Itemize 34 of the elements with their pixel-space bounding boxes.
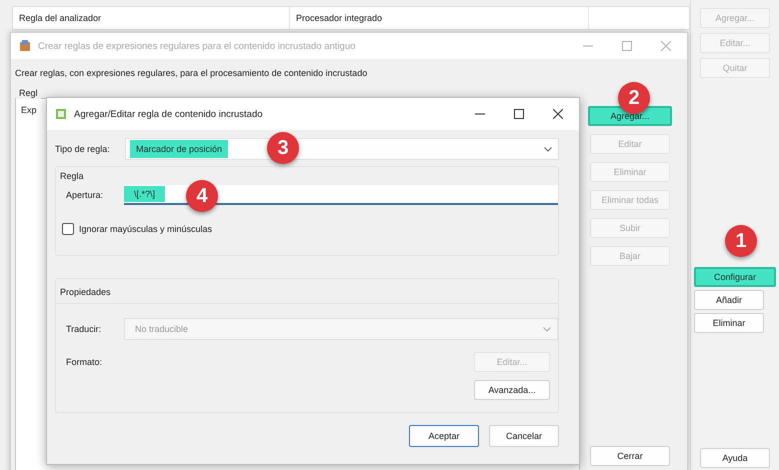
close-icon	[553, 109, 563, 119]
chevron-down-icon	[544, 146, 552, 152]
maximize-icon	[514, 109, 524, 119]
button[interactable]: Aceptar	[409, 425, 479, 447]
chevron-down-icon	[543, 326, 551, 332]
column-header[interactable]: Regla del analizador	[13, 7, 290, 29]
button[interactable]: Añadir	[694, 290, 764, 310]
field-label: Traducir:	[66, 324, 102, 334]
field-label: Tipo de regla:	[55, 144, 111, 154]
window-title: Crear reglas de expresiones regulares para el contenido incrustado antiguo	[38, 40, 356, 52]
close-button[interactable]: Cerrar	[590, 446, 670, 466]
tab[interactable]: Regl	[16, 87, 41, 99]
button[interactable]: Configurar	[694, 267, 776, 287]
description-text: Crear reglas, con expresiones regulares, para el procesamiento de contenido incrustado	[14, 67, 368, 80]
app-icon	[55, 108, 67, 120]
field-label: Formato:	[66, 357, 104, 367]
app-icon	[19, 40, 31, 52]
close-icon	[661, 41, 671, 51]
field-label: Apertura:	[66, 190, 104, 200]
button[interactable]: Cancelar	[489, 425, 559, 447]
checkbox[interactable]	[62, 223, 74, 235]
button[interactable]: Eliminar	[694, 313, 764, 333]
window-title: Agregar/Editar regla de contenido incrustado	[74, 108, 263, 120]
maximize-icon	[622, 41, 632, 51]
dropdown-value: Marcador de posición	[130, 140, 228, 158]
button[interactable]: Agregar...	[588, 106, 672, 126]
column-header[interactable]: Procesador integrado	[290, 7, 589, 29]
checkbox-label: Ignorar mayúsculas y minúsculas	[79, 224, 212, 234]
input-value: \[.*?\]	[124, 186, 166, 202]
group-title: Regla	[59, 171, 85, 183]
dropdown-value: No traducible	[134, 323, 190, 336]
group-title: Propiedades	[56, 283, 558, 304]
help-button[interactable]: Ayuda	[700, 448, 770, 468]
button[interactable]: Avanzada...	[474, 380, 550, 400]
